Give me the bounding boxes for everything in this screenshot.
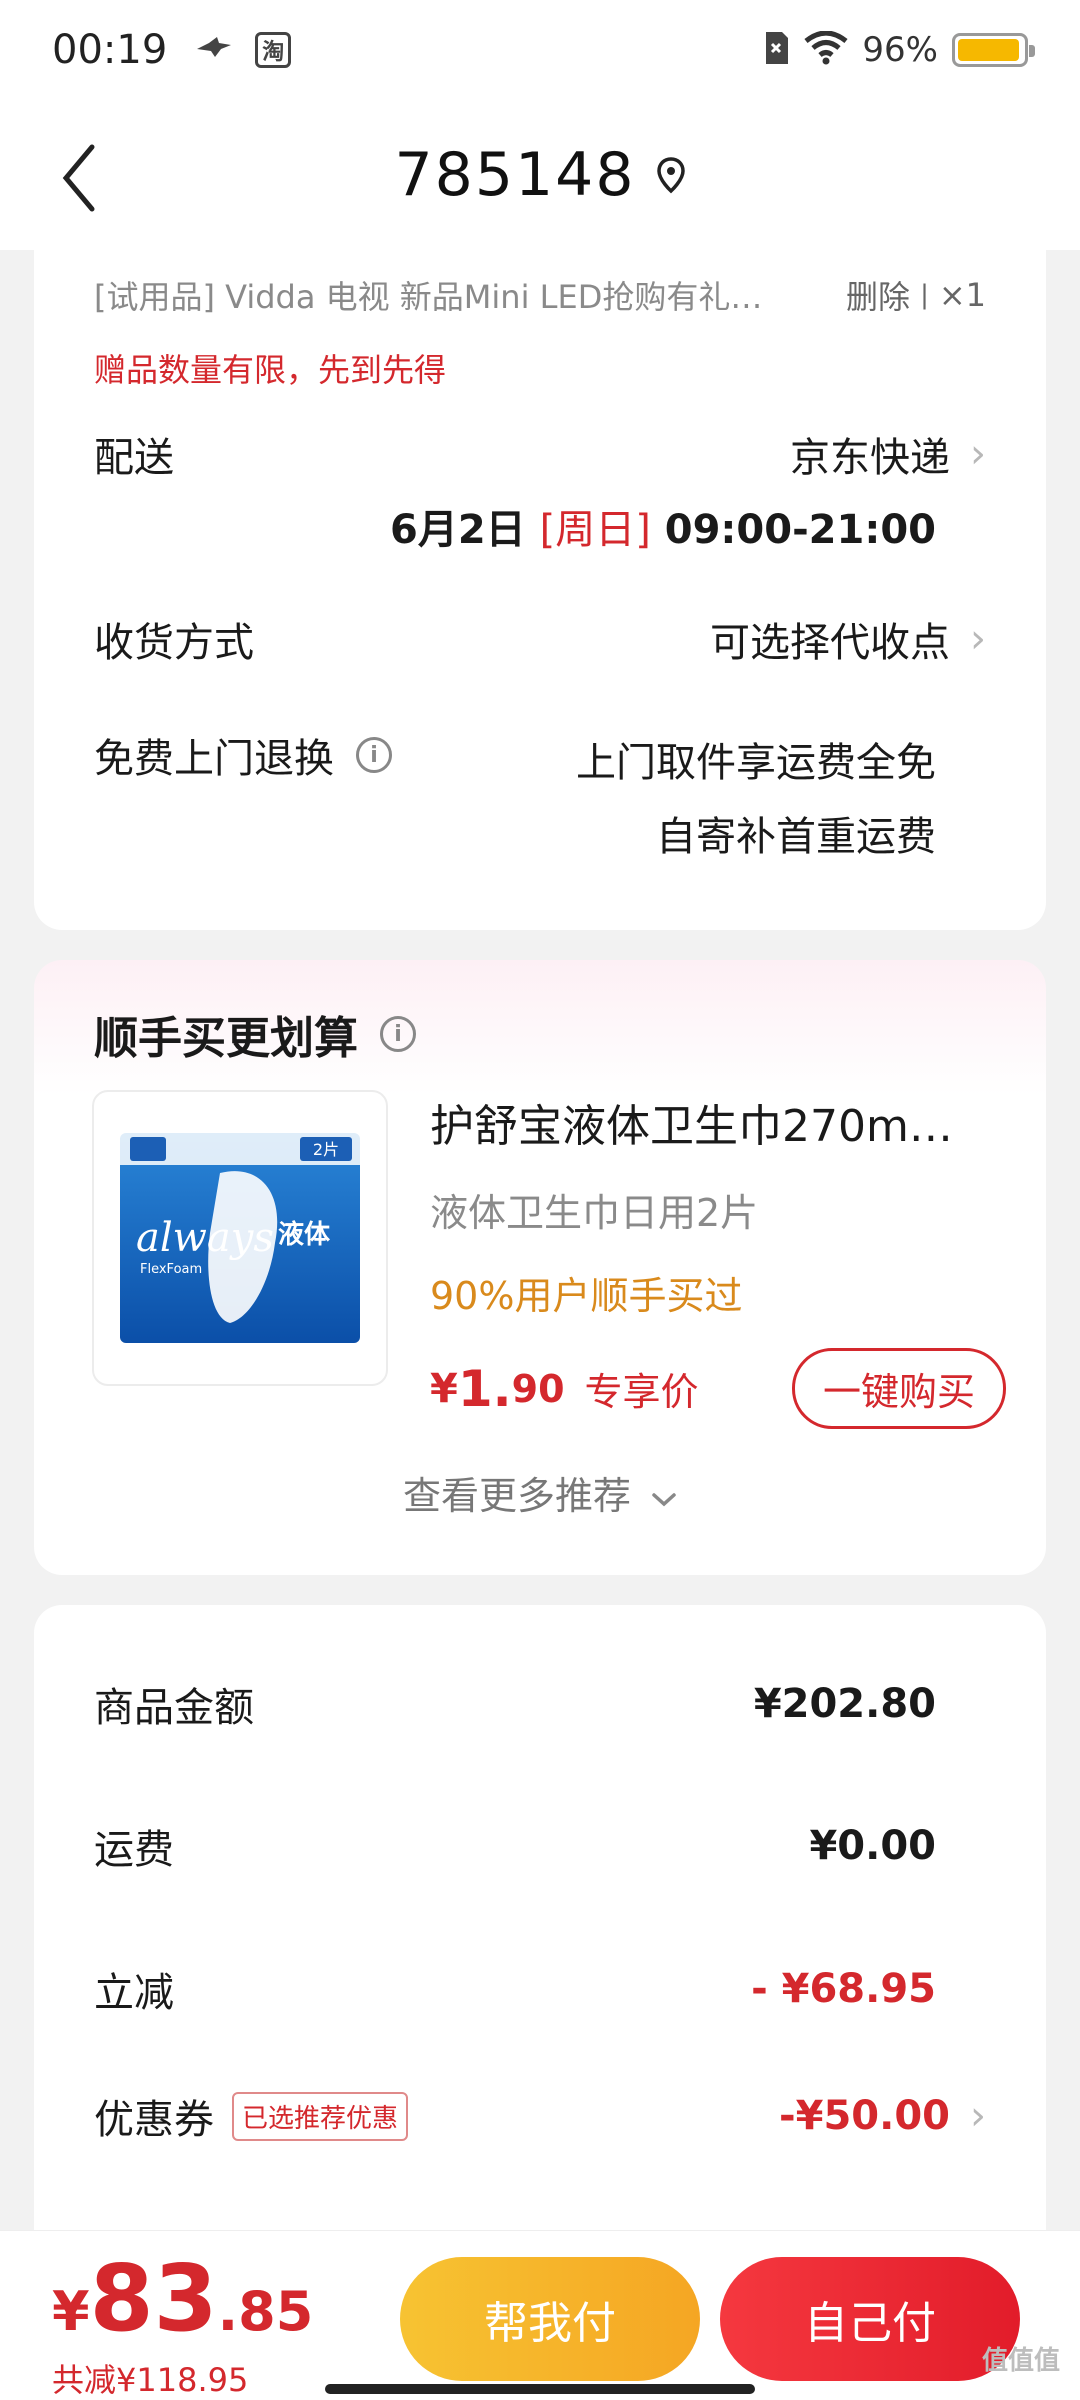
delivery-info: 京东快递 › 6月2日 [周日] 09:00-21:00 bbox=[390, 425, 986, 555]
back-button[interactable] bbox=[60, 138, 120, 218]
price-integer: 1. bbox=[457, 1359, 512, 1418]
delivery-carrier: 京东快递 bbox=[790, 435, 950, 481]
product-image[interactable]: 2片 always FlexFoam 液体 bbox=[92, 1090, 388, 1386]
receive-label: 收货方式 bbox=[94, 620, 254, 666]
total-saved: 共减¥118.95 bbox=[52, 2361, 249, 2399]
goods-label: 商品金额 bbox=[94, 1685, 254, 1731]
coupon-badge: 已选推荐优惠 bbox=[232, 2091, 409, 2141]
gift-qty: ×1 bbox=[938, 276, 986, 314]
battery-percent: 96% bbox=[862, 30, 938, 70]
free-return-row: 免费上门退换 i 上门取件享运费全免 自寄补首重运费 bbox=[94, 730, 986, 862]
location-pin-icon[interactable] bbox=[656, 156, 686, 194]
shipping-row: 运费 ¥0.00 bbox=[94, 1817, 986, 1875]
goods-amount-row: 商品金额 ¥202.80 bbox=[94, 1675, 986, 1733]
total-price: ¥ 83 .85 bbox=[52, 2253, 313, 2345]
instant-discount-row: 立减 - ¥68.95 bbox=[94, 1960, 986, 2018]
price-currency: ¥ bbox=[430, 1365, 458, 1412]
total-integer: 83 bbox=[89, 2245, 218, 2352]
return-info: 上门取件享运费全免 自寄补首重运费 bbox=[576, 730, 936, 862]
chevron-right-icon: › bbox=[970, 616, 986, 662]
gift-separator: | bbox=[920, 280, 929, 310]
return-line2: 自寄补首重运费 bbox=[656, 814, 936, 860]
taobao-icon: 淘 bbox=[255, 32, 292, 68]
delivery-carrier-line: 京东快递 › bbox=[790, 425, 986, 483]
checkout-bar: ¥ 83 .85 共减¥118.95 帮我付 自己付 bbox=[0, 2230, 1080, 2400]
delivery-time: 6月2日 [周日] 09:00-21:00 bbox=[390, 497, 936, 555]
coupon-label: 优惠券 bbox=[94, 2097, 214, 2143]
delivery-date: 6月2日 bbox=[389, 507, 526, 553]
product-info: 护舒宝液体卫生巾270m… 液体卫生巾日用2片 90%用户顺手买过 ¥ 1. 9… bbox=[430, 1090, 1006, 1429]
more-recs-label: 查看更多推荐 bbox=[402, 1474, 631, 1518]
order-info-card: [试用品] Vidda 电视 新品Mini LED抢购有礼… 删除 | ×1 赠… bbox=[34, 250, 1046, 930]
info-icon[interactable]: i bbox=[380, 1016, 416, 1052]
receive-value-wrap: 可选择代收点 › bbox=[710, 610, 986, 668]
goods-value: ¥202.80 bbox=[753, 1681, 936, 1727]
product-spec: 液体卫生巾日用2片 bbox=[430, 1191, 759, 1235]
address-title[interactable]: 785148 bbox=[394, 140, 635, 210]
image-sub-text: FlexFoam bbox=[140, 1262, 202, 1277]
bird-icon bbox=[195, 35, 233, 65]
chevron-right-icon: › bbox=[970, 2093, 986, 2139]
sim-icon bbox=[762, 30, 790, 70]
total-decimal: .85 bbox=[217, 2280, 314, 2343]
help-pay-button[interactable]: 帮我付 bbox=[400, 2257, 700, 2381]
status-right: 96% bbox=[762, 30, 1035, 70]
product-name[interactable]: 护舒宝液体卫生巾270m… bbox=[430, 1090, 1006, 1154]
coupon-left: 优惠券 已选推荐优惠 bbox=[94, 2087, 409, 2145]
product-social-proof: 90%用户顺手买过 bbox=[430, 1274, 743, 1318]
shipping-value: ¥0.00 bbox=[809, 1823, 936, 1869]
more-recommendations-button[interactable]: 查看更多推荐 bbox=[34, 1465, 1046, 1520]
status-time: 00:19 bbox=[52, 27, 168, 73]
price-tag: 专享价 bbox=[584, 1370, 699, 1414]
chevron-right-icon: › bbox=[970, 431, 986, 477]
one-click-buy-button[interactable]: 一键购买 bbox=[791, 1348, 1006, 1429]
receive-method-row[interactable]: 收货方式 可选择代收点 › bbox=[94, 610, 986, 668]
image-count-text: 2片 bbox=[313, 1140, 339, 1159]
delivery-label: 配送 bbox=[94, 435, 174, 481]
discount-value: - ¥68.95 bbox=[751, 1966, 936, 2012]
chevron-left-icon bbox=[62, 144, 95, 212]
coupon-value: -¥50.00 bbox=[779, 2093, 950, 2139]
shipping-label: 运费 bbox=[94, 1827, 174, 1873]
delivery-weekday: [周日] bbox=[539, 507, 651, 553]
wifi-icon bbox=[804, 30, 848, 69]
coupon-right: -¥50.00 › bbox=[779, 2093, 986, 2139]
header: 785148 bbox=[0, 100, 1080, 250]
gift-actions: 删除 | ×1 bbox=[846, 272, 986, 318]
discount-label: 立减 bbox=[94, 1970, 174, 2016]
chevron-down-icon bbox=[651, 1474, 677, 1518]
return-label-wrap: 免费上门退换 i bbox=[94, 730, 392, 782]
product-package-image: 2片 always FlexFoam 液体 bbox=[120, 1133, 360, 1343]
promo-title-row: 顺手买更划算 i bbox=[94, 1002, 986, 1066]
info-icon[interactable]: i bbox=[356, 737, 392, 773]
return-line1: 上门取件享运费全免 bbox=[576, 740, 936, 786]
receive-value: 可选择代收点 bbox=[710, 620, 950, 666]
image-cn-text: 液体 bbox=[278, 1220, 331, 1250]
promo-title: 顺手买更划算 bbox=[94, 1013, 358, 1064]
promo-card: 顺手买更划算 i 2片 always FlexFoam 液体 护舒宝液体卫生巾2… bbox=[34, 960, 1046, 1575]
delivery-row[interactable]: 配送 京东快递 › 6月2日 [周日] 09:00-21:00 bbox=[94, 425, 986, 555]
battery-fill bbox=[958, 39, 1020, 61]
home-indicator[interactable] bbox=[325, 2384, 755, 2394]
battery-icon bbox=[952, 33, 1035, 67]
image-brand-text: always bbox=[136, 1215, 274, 1261]
delivery-time-range: 09:00-21:00 bbox=[664, 507, 936, 553]
total-currency: ¥ bbox=[52, 2280, 90, 2343]
gift-note: 赠品数量有限，先到先得 bbox=[94, 351, 447, 389]
gift-delete-button[interactable]: 删除 bbox=[846, 272, 910, 318]
self-pay-button[interactable]: 自己付 bbox=[720, 2257, 1020, 2381]
coupon-row[interactable]: 优惠券 已选推荐优惠 -¥50.00 › bbox=[94, 2087, 986, 2145]
status-bar: 00:19 淘 96% bbox=[0, 0, 1080, 100]
watermark: 值值值 bbox=[981, 2346, 1060, 2376]
return-label: 免费上门退换 bbox=[94, 736, 334, 782]
status-left-icons: 淘 bbox=[195, 32, 292, 68]
gift-row: [试用品] Vidda 电视 新品Mini LED抢购有礼… 删除 | ×1 bbox=[94, 272, 986, 318]
gift-text: [试用品] Vidda 电视 新品Mini LED抢购有礼… bbox=[94, 278, 763, 316]
price-line: ¥ 1. 90 专享价 一键购买 bbox=[430, 1348, 1006, 1429]
price-decimal: 90 bbox=[511, 1366, 565, 1411]
